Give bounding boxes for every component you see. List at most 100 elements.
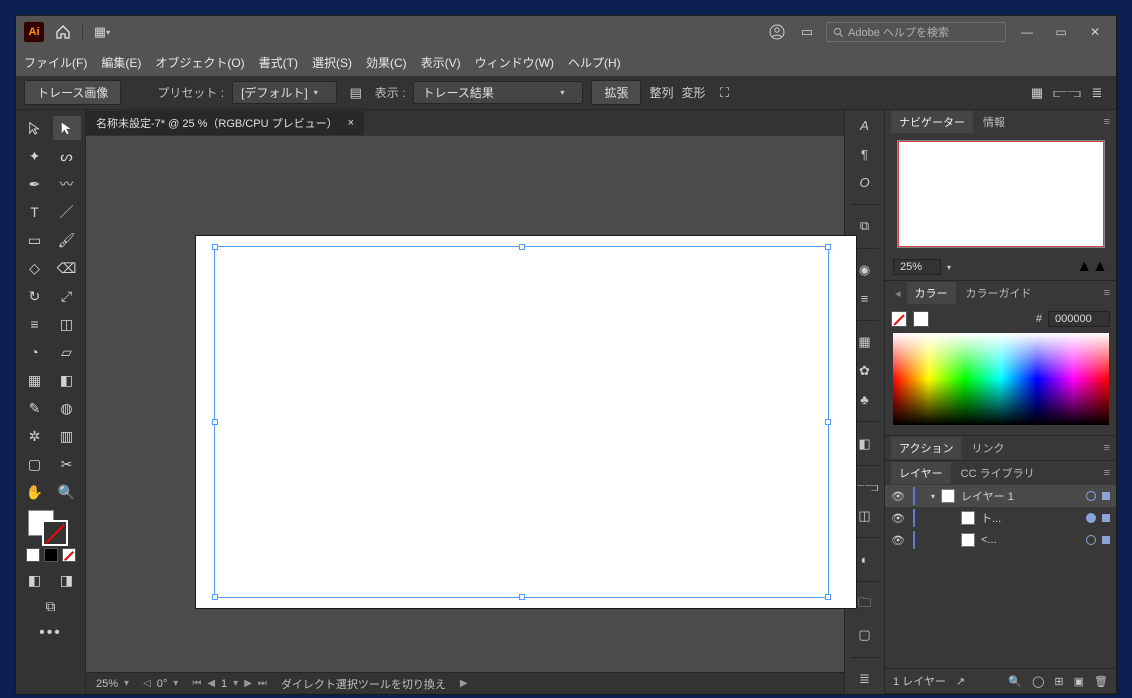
window-minimize-icon[interactable]: — [1014,23,1040,41]
layer-trash-icon[interactable]: 🗑 [1094,675,1108,688]
layer-mask-icon[interactable]: ◯ [1032,675,1044,688]
workspace-icon[interactable]: ▭ [796,21,818,43]
free-transform-tool[interactable]: ◫ [53,312,81,336]
layer-row[interactable]: 👁<... [885,529,1116,551]
mini-gradient-icon[interactable]: ◧ [853,434,877,453]
rectangle-tool[interactable]: ▭ [21,228,49,252]
layer-select-icon[interactable] [1102,492,1110,500]
tab-layers[interactable]: レイヤー [891,462,951,484]
window-close-icon[interactable]: ✕ [1082,23,1108,41]
hand-tool[interactable]: ✋ [21,480,49,504]
document-tab[interactable]: 名称未設定-7* @ 25 %（RGB/CPU プレビュー） × [86,111,364,135]
mini-stroke-icon[interactable]: ≡ [853,289,877,308]
brush-tool[interactable]: 🖌 [53,228,81,252]
lasso-tool[interactable]: ᔕ [53,144,81,168]
mini-char-icon[interactable]: A [853,116,877,135]
user-icon[interactable] [766,21,788,43]
handle-ml[interactable] [212,419,218,425]
eyedropper-tool[interactable]: ✎ [21,396,49,420]
menu-help[interactable]: ヘルプ(H) [568,54,621,71]
layer-target-icon[interactable] [1086,535,1096,545]
navigator-view-box[interactable] [898,141,1104,247]
shape-builder-tool[interactable]: ◔ [21,340,49,364]
none-mode-chip[interactable] [62,548,76,562]
expand-button[interactable]: 拡張 [591,80,641,105]
scale-tool[interactable]: ⤢ [53,284,81,308]
expand-icon[interactable]: ▾ [931,492,935,501]
preset-select[interactable]: [デフォルト]▾ [232,81,337,104]
mini-symbols-icon[interactable]: ♣ [853,391,877,410]
window-maximize-icon[interactable]: ▭ [1048,23,1074,41]
mini-brushes-icon[interactable]: ✿ [853,362,877,381]
transform-button[interactable]: 変形 [681,84,705,101]
menu-effect[interactable]: 効果(C) [366,54,407,71]
tab-cc-libraries[interactable]: CC ライブラリ [953,462,1043,484]
mini-asset-icon[interactable]: 🗀 [853,594,877,616]
navigator-zoom-field[interactable]: 25% [893,259,941,275]
status-zoom[interactable]: 25% [96,678,118,690]
mini-swatches-icon[interactable]: ▦ [853,333,877,352]
layer-locate-icon[interactable]: 🔍 [1008,675,1022,688]
trace-panel-icon[interactable]: ▤ [345,82,367,104]
menu-object[interactable]: オブジェクト(O) [155,54,244,71]
mini-paragraph-icon[interactable]: ¶ [853,145,877,164]
panel-menu-icon[interactable]: ≡ [1098,467,1116,479]
layer-row[interactable]: 👁▾レイヤー 1 [885,485,1116,507]
layer-select-icon[interactable] [1102,514,1110,522]
color-stroke-swatch[interactable] [913,311,929,327]
handle-bl[interactable] [212,594,218,600]
rotate-tool[interactable]: ↻ [21,284,49,308]
menu-type[interactable]: 書式(T) [259,54,298,71]
snap-icon[interactable]: ⫍⫎ [1056,82,1078,104]
chevron-down-icon[interactable]: ▾ [947,263,951,272]
layer-sublayer-icon[interactable]: ⊞ [1054,675,1063,688]
tab-info[interactable]: 情報 [975,111,1013,133]
direct-selection-tool[interactable] [53,116,81,140]
menu-file[interactable]: ファイル(F) [24,54,87,71]
layer-row[interactable]: 👁ト... [885,507,1116,529]
trace-image-button[interactable]: トレース画像 [24,80,121,105]
zoom-tool[interactable]: 🔍 [53,480,81,504]
color-fill-swatch[interactable] [891,311,907,327]
mesh-tool[interactable]: ▦ [21,368,49,392]
curvature-tool[interactable]: 〰 [53,172,81,196]
color-spectrum[interactable] [893,333,1109,425]
fill-stroke-control[interactable] [20,510,81,546]
slice-tool[interactable]: ✂ [53,452,81,476]
handle-mr[interactable] [825,419,831,425]
mini-appearance-icon[interactable]: ◉ [853,261,877,280]
perspective-tool[interactable]: ▱ [53,340,81,364]
artboard-tool[interactable]: ▢ [21,452,49,476]
pen-tool[interactable]: ✒ [21,172,49,196]
tab-color[interactable]: カラー [907,282,956,304]
screen-mode-icon[interactable]: ⧉ [37,594,65,618]
edit-toolbar-icon[interactable]: ••• [20,624,81,642]
navigator-thumb[interactable] [897,140,1105,248]
line-tool[interactable]: ／ [53,200,81,224]
mini-transform-icon[interactable]: ⧉ [853,217,877,236]
mini-artboards-icon[interactable]: ▢ [853,626,877,645]
layer-target-icon[interactable] [1086,513,1096,523]
help-search[interactable]: Adobe ヘルプを検索 [826,22,1006,42]
arrange-docs-icon[interactable]: ▦ ▾ [91,21,113,43]
close-tab-icon[interactable]: × [348,117,354,129]
grid-icon[interactable]: ▦ [1026,82,1048,104]
tab-navigator[interactable]: ナビゲーター [891,111,973,133]
menu-window[interactable]: ウィンドウ(W) [475,54,554,71]
status-rotate[interactable]: 0° [157,678,168,690]
mini-transparency-icon[interactable]: ◐ [853,550,877,569]
selection-tool[interactable] [21,116,49,140]
tab-links[interactable]: リンク [963,437,1012,459]
draw-behind-icon[interactable]: ◨ [53,568,81,592]
magic-wand-tool[interactable]: ✦ [21,144,49,168]
prefs-icon[interactable]: ≣ [1086,82,1108,104]
blend-tool[interactable]: ◍ [53,396,81,420]
mini-glyphs-icon[interactable]: O [853,174,877,193]
width-tool[interactable]: ≡ [21,312,49,336]
color-mode-chip[interactable] [26,548,40,562]
layer-name[interactable]: ト... [981,510,1080,526]
menu-edit[interactable]: 編集(E) [101,54,141,71]
type-tool[interactable]: T [21,200,49,224]
hex-field[interactable]: 000000 [1048,311,1110,327]
layer-name[interactable]: レイヤー 1 [961,488,1080,504]
